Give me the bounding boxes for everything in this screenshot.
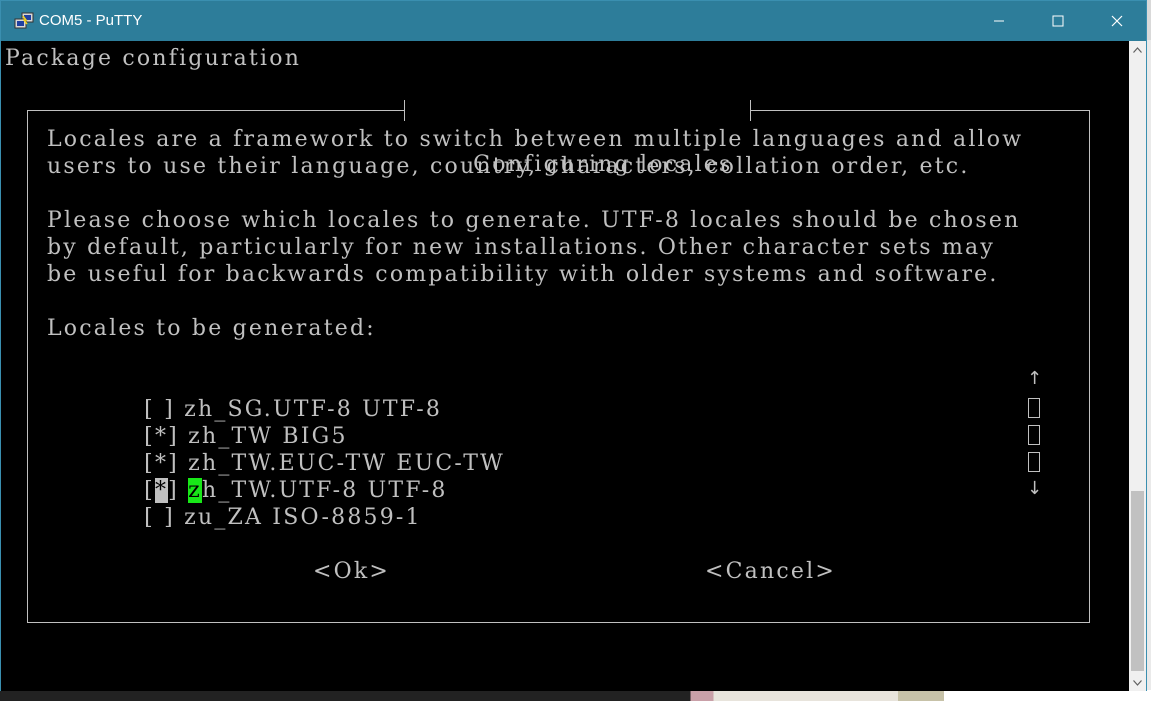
scroll-track-block [1028,425,1040,445]
close-icon [1111,15,1123,27]
scroll-up-arrow-icon: ↑ [1027,368,1043,389]
cancel-button[interactable]: <Cancel> [705,558,836,585]
title-separator-right [749,100,751,121]
desktop-background-bottom [0,690,1151,701]
title-bar[interactable]: COM5 - PuTTY [1,1,1146,41]
vertical-scrollbar[interactable] [1129,41,1146,691]
scroll-track-block [1028,452,1040,472]
minimize-icon [994,20,1004,22]
paragraph-line: users to use their language, country, ch… [47,154,970,179]
chevron-up-icon [1133,46,1142,53]
checkbox-mark [155,505,164,530]
paragraph-line: be useful for backwards compatibility wi… [47,262,999,287]
scrollbar-down-button[interactable] [1129,674,1146,691]
maximize-button[interactable] [1029,1,1087,41]
scrollbar-up-button[interactable] [1129,41,1146,58]
terminal-screen[interactable]: Package configuration Configuring locale… [1,41,1129,691]
putty-window: COM5 - PuTTY Package configuration Confi… [0,0,1147,691]
checkbox-bracket: [ [144,505,155,530]
scroll-down-arrow-icon: ↓ [1027,478,1043,499]
scroll-track-block [1028,398,1040,418]
close-button[interactable] [1088,1,1146,41]
scrollbar-thumb[interactable] [1131,491,1144,671]
maximize-icon [1052,15,1064,27]
locale-item[interactable]: [ ] zu_ZA ISO-8859-1 [89,477,422,558]
paragraph-line: Please choose which locales to generate.… [47,208,1021,233]
paragraph-line: Locales are a framework to switch betwee… [47,127,1024,152]
paragraph-line: by default, particularly for new install… [47,235,995,260]
locale-label: zu_ZA ISO-8859-1 [184,505,422,530]
putty-icon[interactable] [14,12,34,30]
window-title: COM5 - PuTTY [39,12,143,29]
checkbox-bracket: ] [164,505,175,530]
minimize-button[interactable] [970,1,1028,41]
ok-button[interactable]: <Ok> [313,558,390,585]
locales-list-label: Locales to be generated: [47,316,376,341]
package-configuration-header: Package configuration [5,46,302,71]
chevron-down-icon [1133,679,1142,686]
title-separator-left [404,100,405,121]
